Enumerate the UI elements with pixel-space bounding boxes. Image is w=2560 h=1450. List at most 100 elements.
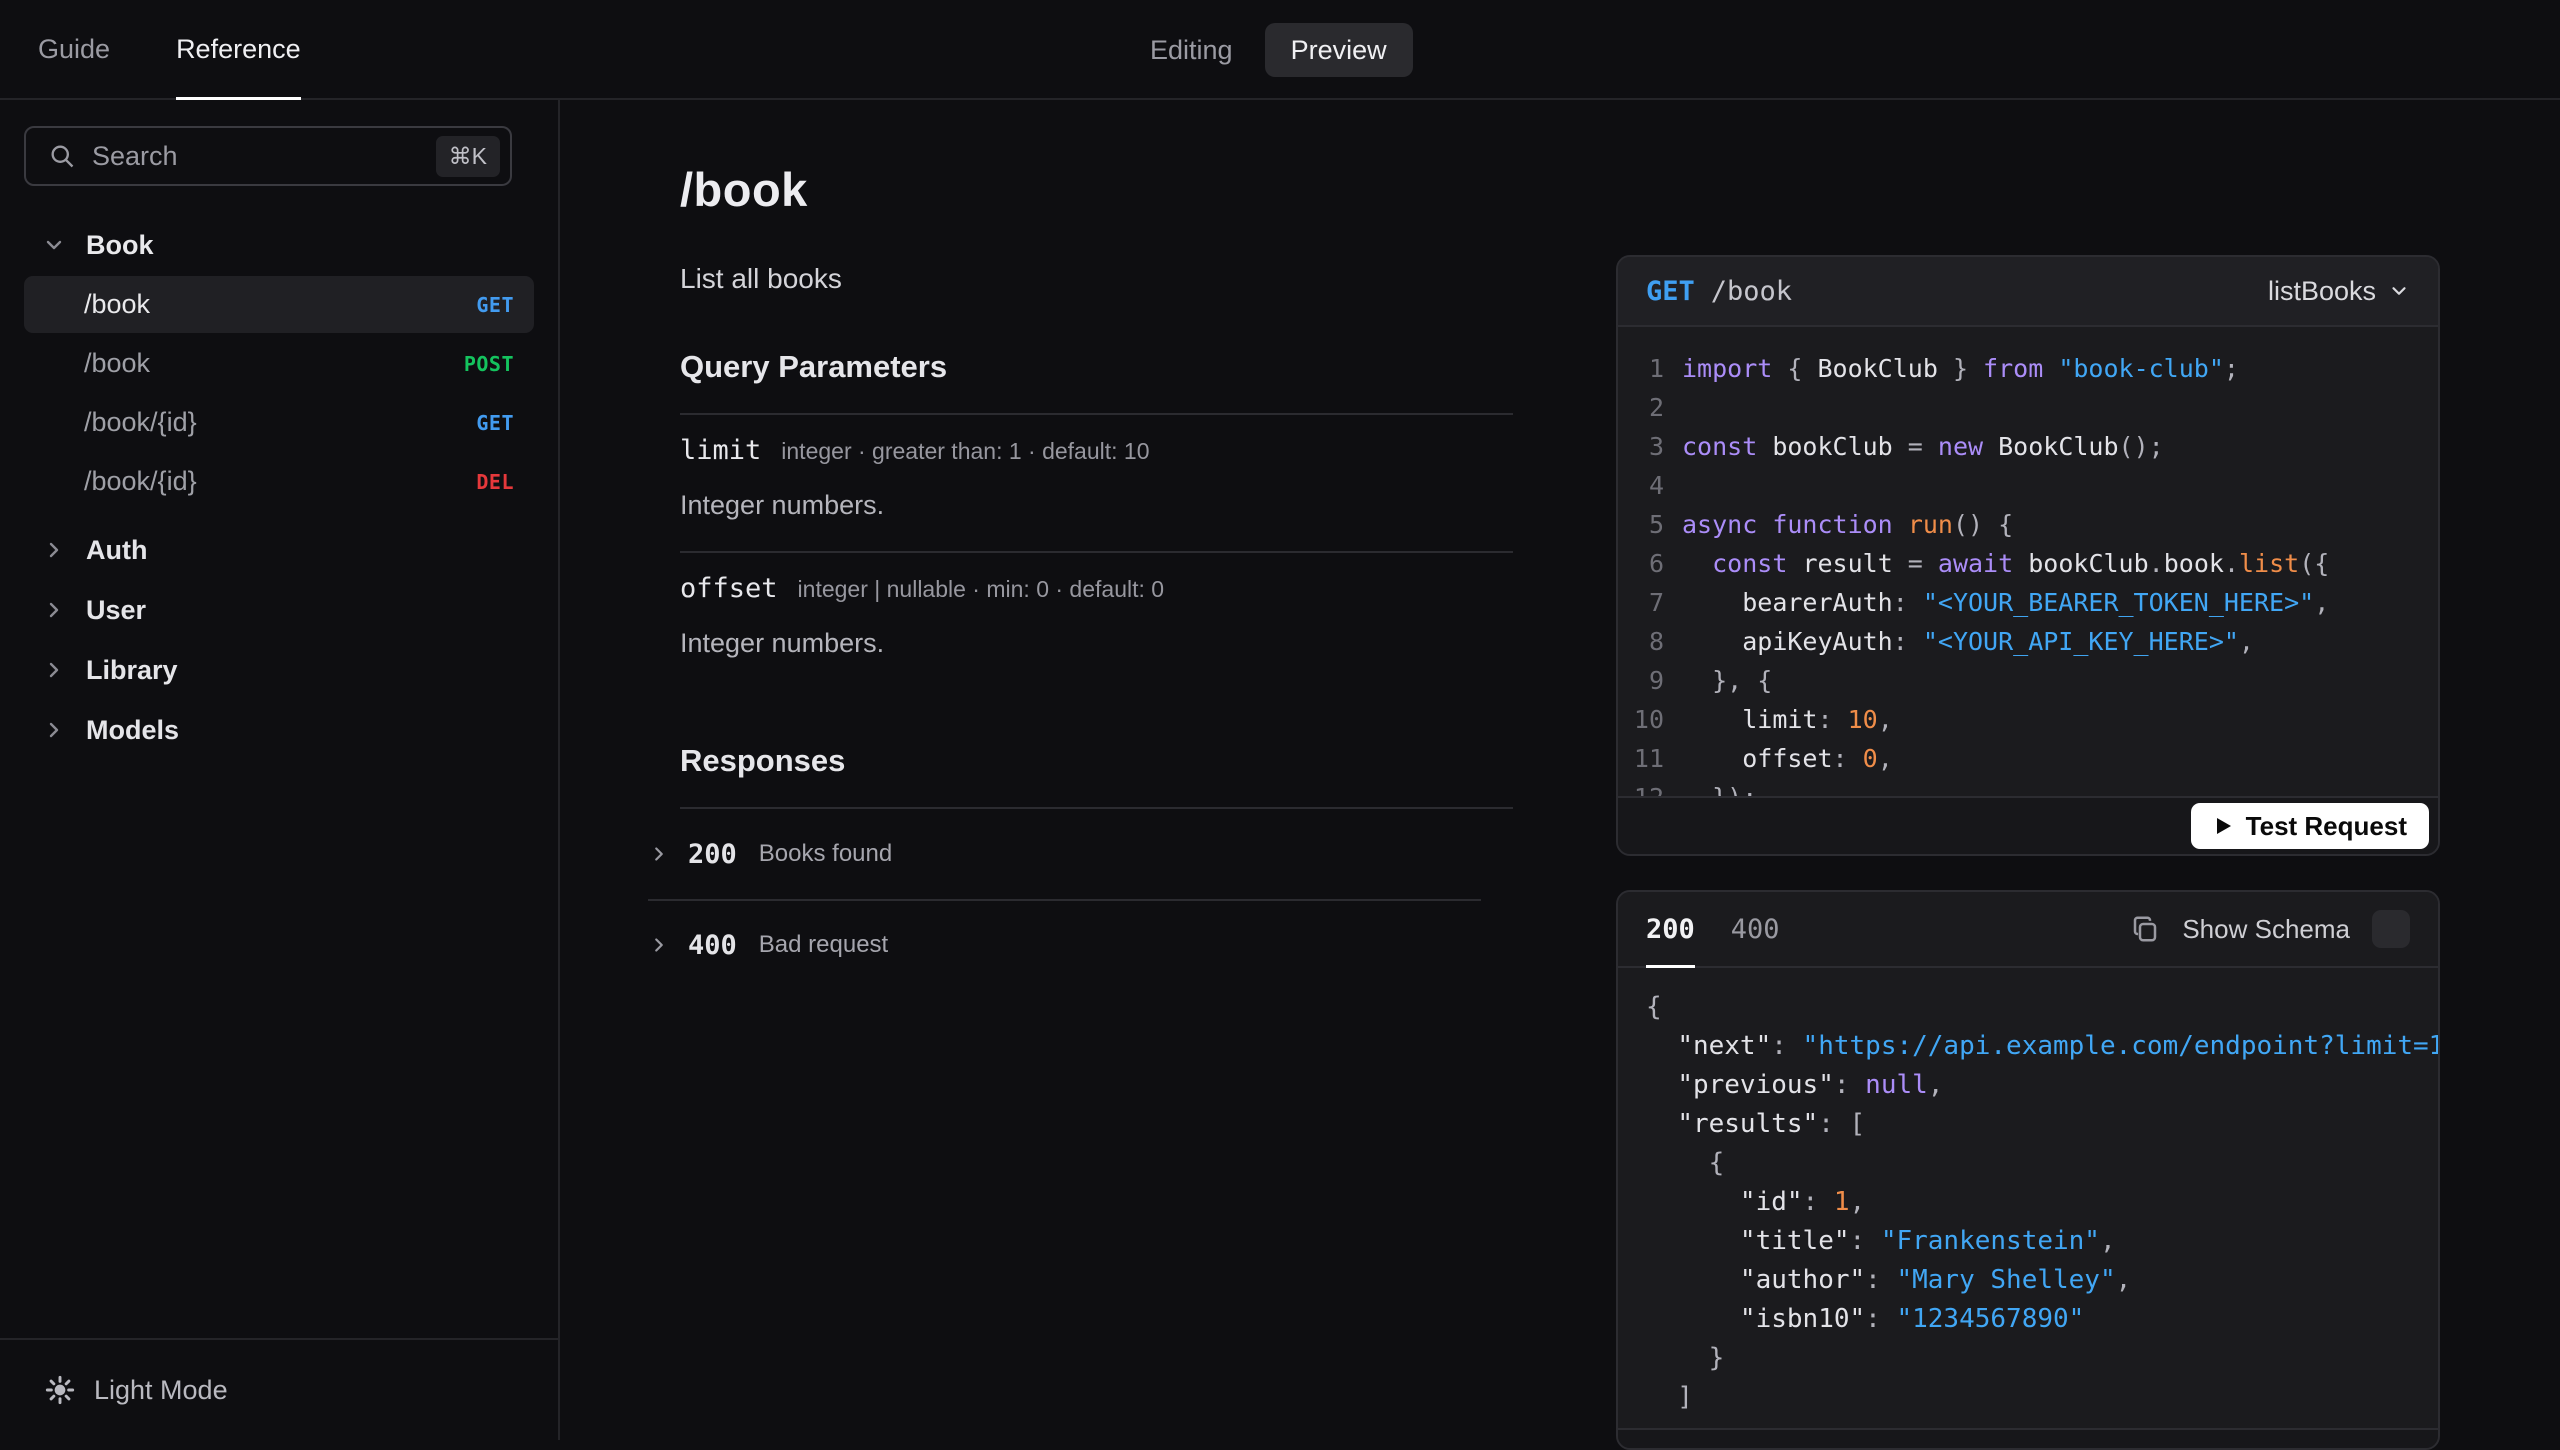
- copy-icon[interactable]: [2130, 914, 2160, 944]
- code-line: {: [1646, 1148, 1725, 1178]
- endpoint-method-badge: DEL: [476, 469, 514, 494]
- response-status-tab[interactable]: 200: [1646, 892, 1695, 968]
- response-example-card: 200 400 Show Schema { "next": "https://ap…: [1616, 890, 2440, 1450]
- endpoint-method-badge: GET: [476, 292, 514, 317]
- editing-mode-button[interactable]: Editing: [1150, 35, 1233, 66]
- code-line: 5 async function run() {: [1648, 510, 2014, 539]
- query-parameter: limit integer · greater than: 1 · defaul…: [680, 415, 1513, 551]
- code-line: "author": "Mary Shelley",: [1739, 1265, 2132, 1295]
- chevron-right-icon: [49, 662, 59, 678]
- example-panel: GET /book listBooks 1 import { BookClub }…: [1616, 0, 2440, 1450]
- code-line: 4: [1648, 471, 1664, 500]
- page-title: /book: [680, 163, 808, 216]
- tab-reference[interactable]: Reference: [176, 0, 301, 100]
- search-input[interactable]: Search ⌘K: [24, 126, 512, 186]
- theme-toggle-label: Light Mode: [94, 1374, 228, 1405]
- code-line: "next": "https://api.example.com/endpoin…: [1677, 1031, 2438, 1061]
- show-schema-toggle[interactable]: [2372, 910, 2410, 948]
- request-example-card: GET /book listBooks 1 import { BookClub }…: [1616, 255, 2440, 856]
- sidebar-group-label: User: [86, 594, 147, 625]
- doc-tabs: Guide Reference: [38, 0, 301, 100]
- play-icon: [2216, 818, 2231, 834]
- request-example-header: GET /book listBooks: [1618, 257, 2438, 327]
- parameter-name: limit: [680, 435, 762, 466]
- parameter-meta: integer · greater than: 1 · default: 10: [781, 438, 1150, 464]
- sidebar: Search ⌘K Book /book GET /book POST /boo…: [0, 100, 560, 1440]
- sidebar-group-user[interactable]: User: [0, 580, 558, 640]
- sidebar-item-endpoint[interactable]: /book GET: [24, 276, 534, 333]
- endpoint-method-badge: GET: [476, 410, 514, 435]
- code-line: 12 });: [1628, 778, 2438, 797]
- code-line: "results": [: [1677, 1109, 1866, 1139]
- sidebar-group-label: Auth: [86, 534, 148, 565]
- code-line: "previous": null,: [1677, 1070, 1944, 1100]
- endpoint-path: /book: [84, 348, 151, 378]
- theme-toggle-button[interactable]: Light Mode: [0, 1338, 558, 1440]
- sidebar-group-auth[interactable]: Auth: [0, 520, 558, 580]
- parameter-name: offset: [680, 573, 778, 604]
- request-path: /book: [1710, 275, 1793, 307]
- sidebar-group-library[interactable]: Library: [0, 640, 558, 700]
- response-status-label: Bad request: [758, 931, 889, 958]
- show-schema-label: Show Schema: [2182, 913, 2350, 944]
- sidebar-group-book[interactable]: Book: [0, 216, 558, 274]
- response-row[interactable]: 400 Bad request: [648, 899, 1481, 989]
- code-line: "isbn10": "1234567890": [1739, 1304, 2085, 1334]
- code-line: 2: [1648, 393, 1664, 422]
- sidebar-item-endpoint[interactable]: /book/{id} GET: [24, 394, 534, 451]
- sidebar-item-endpoint[interactable]: /book/{id} DEL: [24, 453, 534, 510]
- code-line: 8 apiKeyAuth: "<YOUR_API_KEY_HERE>",: [1648, 627, 2254, 656]
- search-icon: [51, 145, 74, 168]
- code-line: ]: [1646, 1382, 1693, 1412]
- query-parameters-heading: Query Parameters: [680, 349, 948, 384]
- preview-mode-button[interactable]: Preview: [1264, 23, 1413, 77]
- parameter-meta: integer | nullable · min: 0 · default: 0: [797, 576, 1165, 602]
- response-status-tab[interactable]: 400: [1731, 892, 1780, 966]
- code-line: {: [1646, 992, 1662, 1022]
- sun-icon: [45, 1375, 75, 1405]
- endpoint-path: /book: [84, 289, 151, 319]
- responses-list: 200 Books found 400 Bad request: [648, 809, 1513, 989]
- sidebar-collapsed-groups: Auth User Library Models: [0, 520, 558, 760]
- search-placeholder: Search: [92, 140, 178, 171]
- tab-guide[interactable]: Guide: [38, 0, 110, 98]
- responses-heading: Responses: [680, 743, 846, 778]
- response-row[interactable]: 200 Books found: [648, 809, 1481, 899]
- endpoint-method-badge: POST: [463, 351, 514, 376]
- response-controls: Show Schema: [2130, 892, 2410, 966]
- test-request-label: Test Request: [2245, 810, 2407, 841]
- sidebar-item-endpoint[interactable]: /book POST: [24, 335, 534, 392]
- response-example-header: 200 400 Show Schema: [1618, 892, 2438, 968]
- sidebar-group-models[interactable]: Models: [0, 700, 558, 760]
- endpoint-summary: List all books: [680, 263, 842, 294]
- code-line: "id": 1,: [1739, 1187, 1866, 1217]
- parameter-description: Integer numbers.: [680, 628, 885, 658]
- response-example-footer: [1618, 1428, 2438, 1448]
- chevron-down-icon: [2392, 287, 2406, 295]
- code-line: "title": "Frankenstein",: [1739, 1226, 2116, 1256]
- response-status-code: 200: [688, 838, 737, 870]
- client-library-selector[interactable]: listBooks: [2268, 276, 2410, 307]
- chevron-right-icon: [49, 602, 59, 618]
- test-request-button[interactable]: Test Request: [2190, 803, 2429, 849]
- chevron-right-icon: [655, 938, 663, 952]
- endpoint-path: /book/{id}: [84, 407, 197, 437]
- code-line: 11 offset: 0,: [1633, 744, 1893, 773]
- chevron-right-icon: [655, 847, 663, 861]
- code-line: 10 limit: 10,: [1633, 705, 1893, 734]
- sidebar-endpoints: /book GET /book POST /book/{id} GET /boo…: [0, 276, 558, 510]
- code-line: 6 const result = await bookClub.book.lis…: [1648, 549, 2330, 578]
- response-status-tabs: 200 400: [1646, 892, 1780, 968]
- parameter-description: Integer numbers.: [680, 490, 885, 520]
- sidebar-tree: Book /book GET /book POST /book/{id} GET…: [0, 216, 558, 760]
- endpoint-path: /book/{id}: [84, 466, 197, 496]
- client-library-label: listBooks: [2267, 275, 2376, 306]
- request-code-block[interactable]: 1 import { BookClub } from "book-club"; 2 3…: [1618, 327, 2438, 797]
- mode-switch: Editing Preview: [1150, 0, 1413, 100]
- response-status-label: Books found: [758, 840, 893, 867]
- response-body-block[interactable]: { "next": "https://api.example.com/endpo…: [1618, 968, 2438, 1421]
- code-line: }: [1646, 1343, 1725, 1373]
- sidebar-group-label: Library: [86, 654, 178, 685]
- request-method: GET: [1646, 275, 1695, 307]
- sidebar-group-label: Models: [86, 714, 180, 745]
